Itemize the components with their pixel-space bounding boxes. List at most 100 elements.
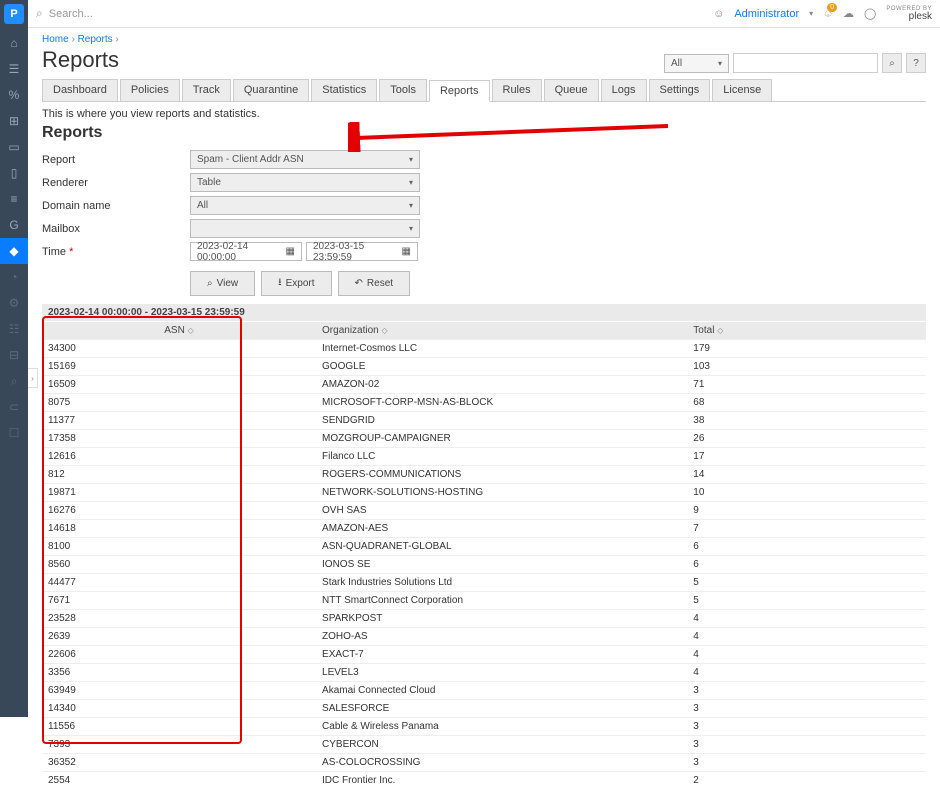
cell-asn: 2554 xyxy=(42,772,316,790)
rail-book-icon[interactable]: ▯ xyxy=(0,160,28,186)
cell-org: GOOGLE xyxy=(316,358,687,376)
col-asn-header[interactable]: ASN ◇ xyxy=(42,322,316,340)
plesk-logo[interactable]: P xyxy=(4,4,24,24)
table-row: 16276OVH SAS9 xyxy=(42,502,926,520)
rail-google-icon[interactable]: G xyxy=(0,212,28,238)
tab-policies[interactable]: Policies xyxy=(120,79,180,101)
cell-total: 71 xyxy=(687,376,926,394)
renderer-select[interactable]: Table▾ xyxy=(190,173,420,192)
cell-total: 179 xyxy=(687,340,926,358)
table-row: 8560IONOS SE6 xyxy=(42,556,926,574)
rail-shield-icon[interactable]: ◆ xyxy=(0,238,28,264)
intro-text: This is where you view reports and stati… xyxy=(42,108,926,120)
tab-dashboard[interactable]: Dashboard xyxy=(42,79,118,101)
rail-gauge-icon[interactable]: ◔ xyxy=(0,264,28,290)
cell-asn: 19871 xyxy=(42,484,316,502)
rail-server-icon[interactable]: ▭ xyxy=(0,134,28,160)
scope-select[interactable]: All▾ xyxy=(664,54,729,73)
cell-asn: 14618 xyxy=(42,520,316,538)
cell-total: 3 xyxy=(687,682,926,700)
page-title: Reports xyxy=(42,47,119,73)
cell-asn: 63949 xyxy=(42,682,316,700)
cell-total: 6 xyxy=(687,556,926,574)
rail-lock-icon[interactable]: ⊂ xyxy=(0,394,28,420)
rail-box-icon[interactable]: ☐ xyxy=(0,420,28,446)
notification-bell[interactable]: ♤0 xyxy=(823,7,833,20)
cell-asn: 14340 xyxy=(42,700,316,718)
admin-menu[interactable]: Administrator xyxy=(734,8,799,20)
tab-queue[interactable]: Queue xyxy=(544,79,599,101)
tab-track[interactable]: Track xyxy=(182,79,231,101)
table-row: 7671NTT SmartConnect Corporation5 xyxy=(42,592,926,610)
table-row: 34300Internet-Cosmos LLC179 xyxy=(42,340,926,358)
time-from-input[interactable]: 2023-02-14 00:00:00▦ xyxy=(190,242,302,261)
rail-wordpress-icon[interactable]: ⊞ xyxy=(0,108,28,134)
cell-asn: 23528 xyxy=(42,610,316,628)
tab-quarantine[interactable]: Quarantine xyxy=(233,79,309,101)
col-total-header[interactable]: Total ◇ xyxy=(687,322,926,340)
domain-select[interactable]: All▾ xyxy=(190,196,420,215)
table-row: 14618AMAZON-AES7 xyxy=(42,520,926,538)
cell-total: 4 xyxy=(687,664,926,682)
cell-total: 17 xyxy=(687,448,926,466)
report-select[interactable]: Spam - Client Addr ASN▾ xyxy=(190,150,420,169)
cloud-icon[interactable]: ☁ xyxy=(843,7,854,20)
chevron-down-icon[interactable]: ▾ xyxy=(809,9,813,18)
table-row: 11556Cable & Wireless Panama3 xyxy=(42,718,926,736)
table-row: 23528SPARKPOST4 xyxy=(42,610,926,628)
breadcrumb-reports[interactable]: Reports xyxy=(78,34,113,45)
tab-rules[interactable]: Rules xyxy=(492,79,542,101)
cell-org: Stark Industries Solutions Ltd xyxy=(316,574,687,592)
cell-total: 10 xyxy=(687,484,926,502)
view-button[interactable]: ⌕View xyxy=(190,271,255,296)
rail-sliders-icon[interactable]: ☷ xyxy=(0,316,28,342)
calendar-icon[interactable]: ▦ xyxy=(402,246,411,257)
tab-tools[interactable]: Tools xyxy=(379,79,427,101)
rail-search-icon[interactable]: ⌕ xyxy=(0,368,28,394)
tab-logs[interactable]: Logs xyxy=(601,79,647,101)
chevron-right-icon[interactable]: › xyxy=(28,368,38,388)
rail-home-icon[interactable]: ⌂ xyxy=(0,30,28,56)
export-button[interactable]: ⭳Export xyxy=(261,271,331,296)
rail-users-icon[interactable]: ☰ xyxy=(0,56,28,82)
mailbox-select[interactable]: ▾ xyxy=(190,219,420,238)
section-title: Reports xyxy=(42,124,926,142)
table-row: 3356LEVEL34 xyxy=(42,664,926,682)
cell-asn: 11556 xyxy=(42,718,316,736)
rail-db-icon[interactable]: ⊟ xyxy=(0,342,28,368)
breadcrumb-home[interactable]: Home xyxy=(42,34,69,45)
cell-asn: 12616 xyxy=(42,448,316,466)
rail-percent-icon[interactable]: % xyxy=(0,82,28,108)
download-icon: ⭳ xyxy=(278,275,282,292)
cell-asn: 22606 xyxy=(42,646,316,664)
cell-total: 103 xyxy=(687,358,926,376)
mailbox-label: Mailbox xyxy=(42,223,190,235)
cell-asn: 8560 xyxy=(42,556,316,574)
cell-asn: 3356 xyxy=(42,664,316,682)
time-to-input[interactable]: 2023-03-15 23:59:59▦ xyxy=(306,242,418,261)
filter-input[interactable] xyxy=(733,53,878,73)
filter-info-button[interactable]: ? xyxy=(906,53,926,73)
cell-total: 5 xyxy=(687,574,926,592)
cell-asn: 34300 xyxy=(42,340,316,358)
filter-search-button[interactable]: ⌕ xyxy=(882,53,902,73)
rail-gear-icon[interactable]: ⚙ xyxy=(0,290,28,316)
search-placeholder: Search... xyxy=(49,8,93,20)
help-icon[interactable]: ◯ xyxy=(864,7,876,20)
tab-settings[interactable]: Settings xyxy=(649,79,711,101)
col-org-header[interactable]: Organization ◇ xyxy=(316,322,687,340)
tab-reports[interactable]: Reports xyxy=(429,80,490,102)
tab-license[interactable]: License xyxy=(712,79,772,101)
cell-org: AMAZON-02 xyxy=(316,376,687,394)
cell-org: SENDGRID xyxy=(316,412,687,430)
cell-asn: 7671 xyxy=(42,592,316,610)
cell-total: 9 xyxy=(687,502,926,520)
rail-list-icon[interactable]: ≡ xyxy=(0,186,28,212)
global-search[interactable]: ⌕ Search... xyxy=(36,6,713,21)
cell-asn: 2639 xyxy=(42,628,316,646)
cell-asn: 11377 xyxy=(42,412,316,430)
right-filter-bar: All▾ ⌕ ? xyxy=(664,53,926,73)
calendar-icon[interactable]: ▦ xyxy=(286,246,295,257)
reset-button[interactable]: ↶Reset xyxy=(338,271,411,296)
tab-statistics[interactable]: Statistics xyxy=(311,79,377,101)
